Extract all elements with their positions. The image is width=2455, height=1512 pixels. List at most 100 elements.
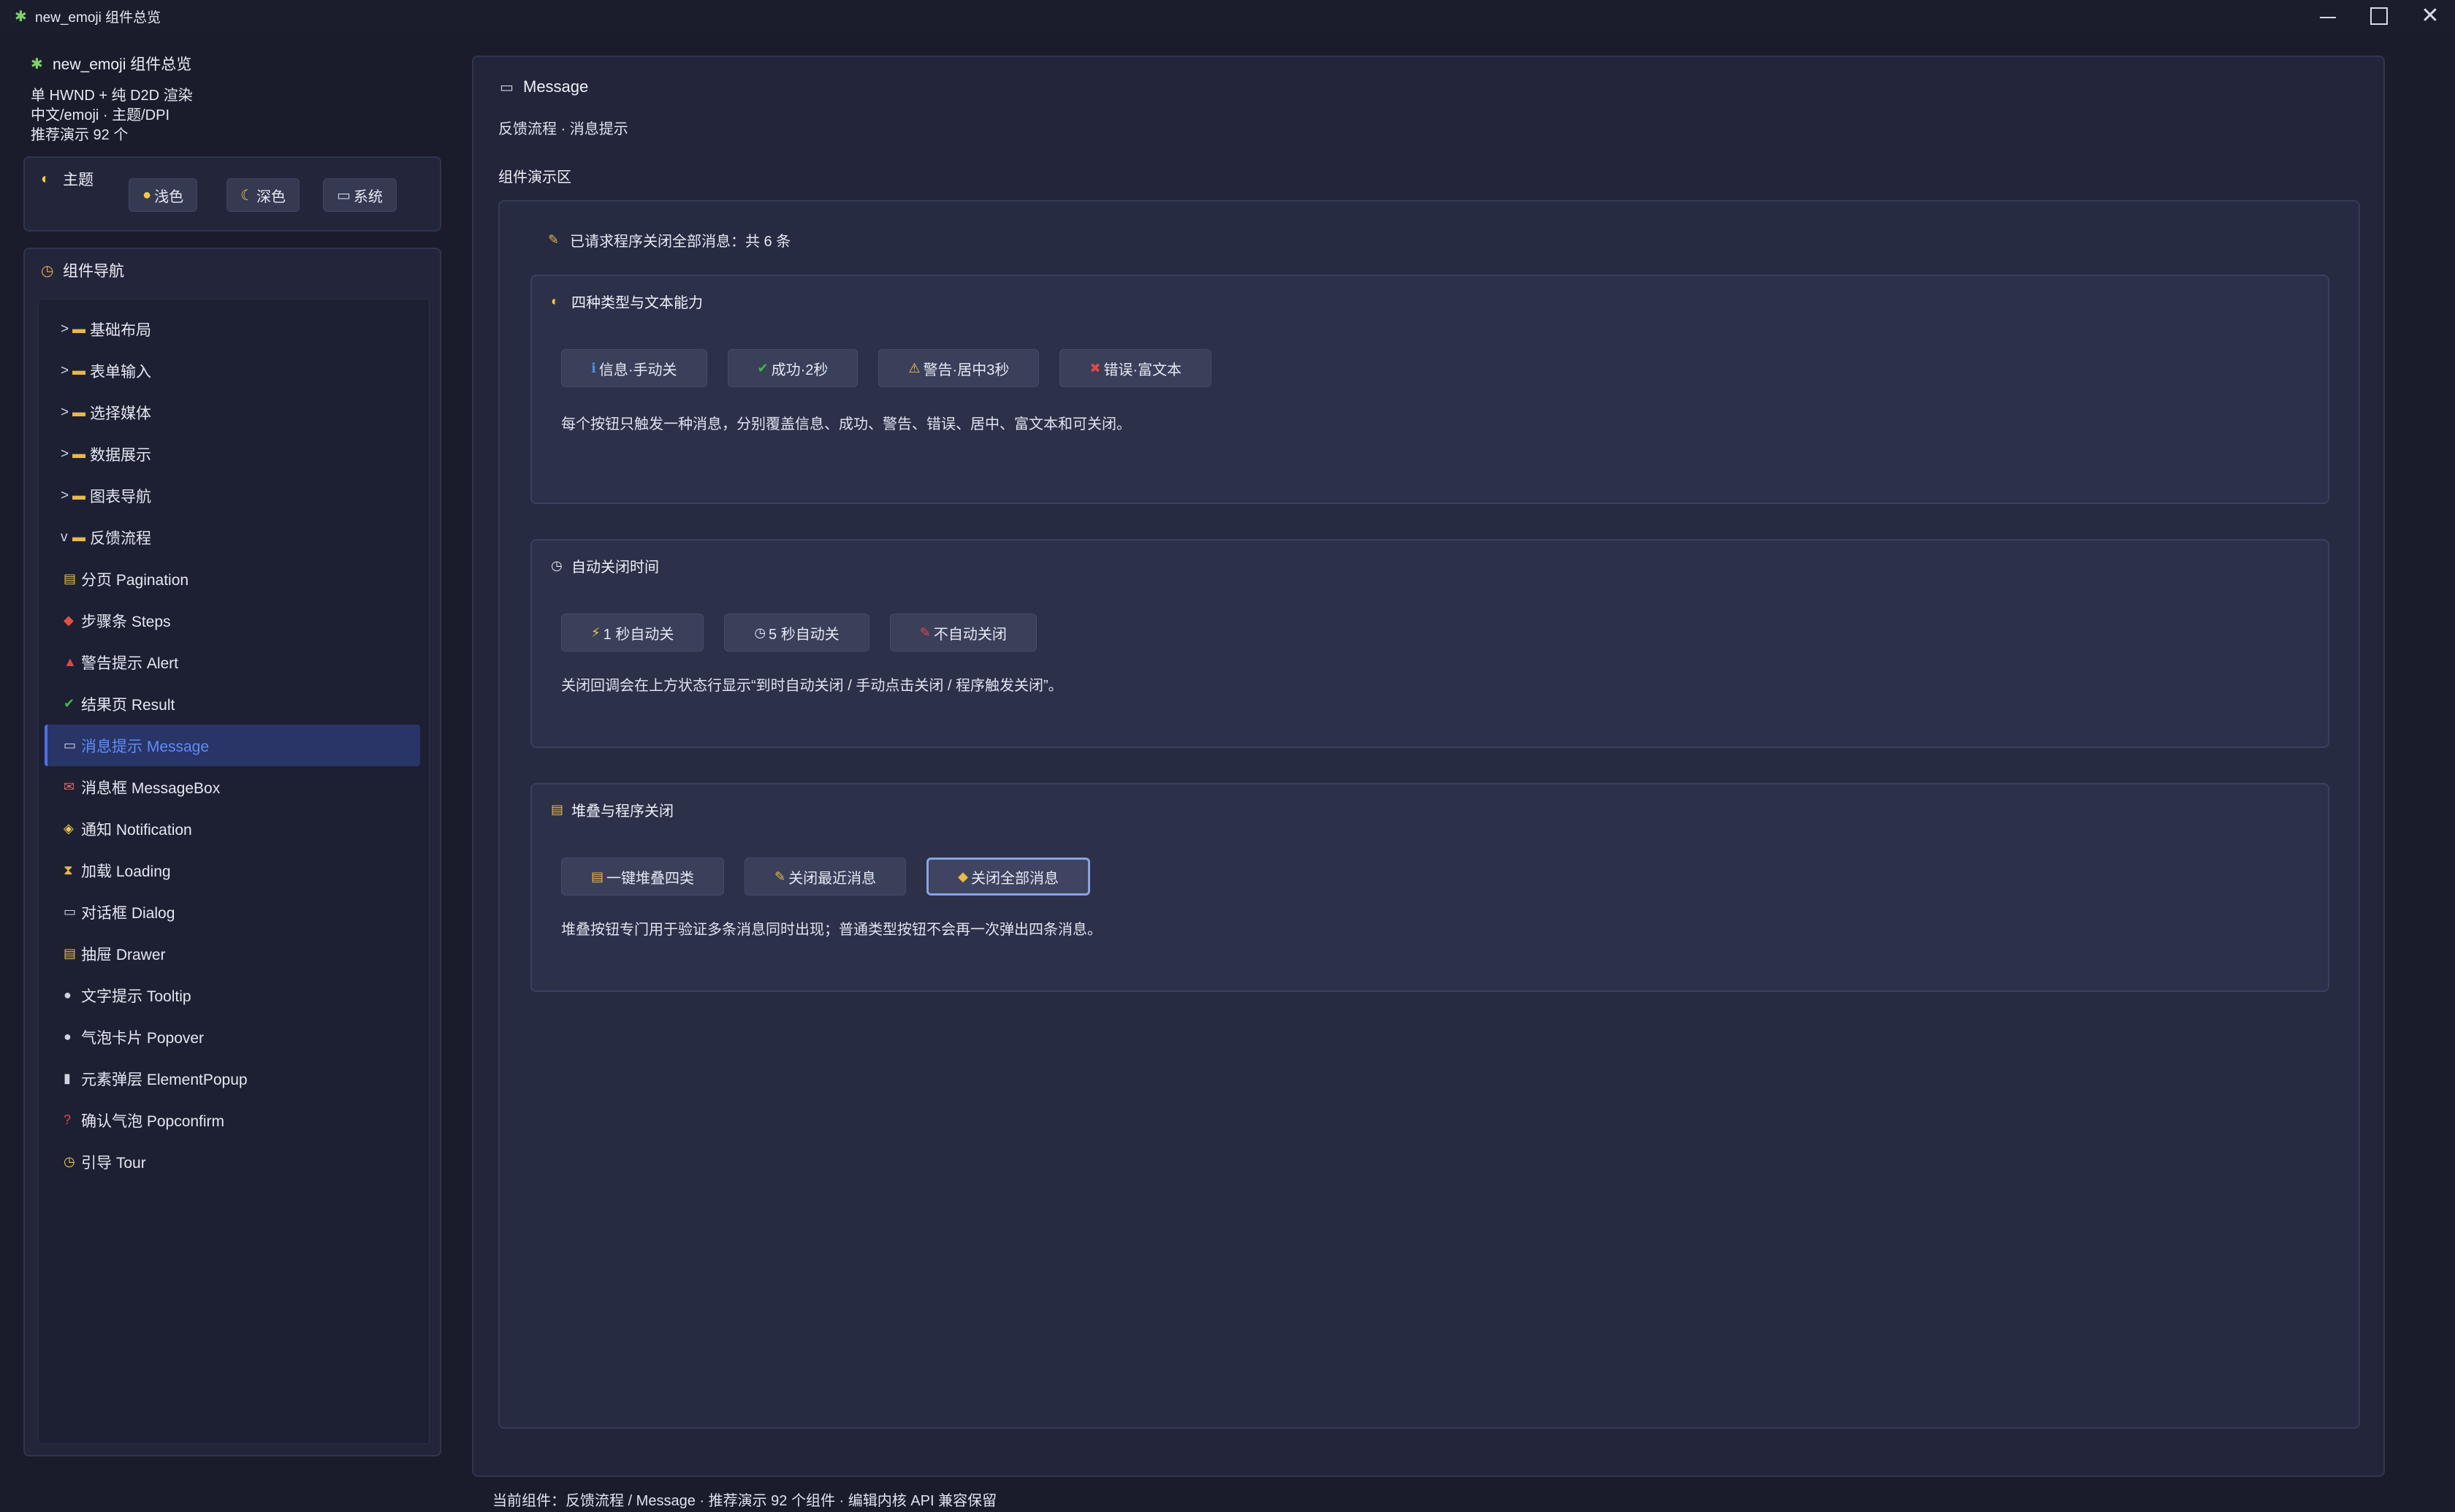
minimize-button[interactable] [2303,0,2353,32]
info-line: 中文/emoji · 主题/DPI [31,107,170,123]
nav-item-message[interactable]: ▭ 消息提示 Message [45,725,420,766]
bell-icon: ◈ [64,821,74,836]
nav-item-label: 警告提示 Alert [81,654,179,672]
auto-close-5s-button[interactable]: ◷ 5 秒自动关 [724,614,869,652]
nav-item-drawer[interactable]: ▤ 抽屉 Drawer [45,933,420,974]
nav-item-label: 步骤条 Steps [81,613,171,630]
nav-group-chart-nav[interactable]: > ▬ 图表导航 [45,475,420,516]
demo-area: ✎ 已请求程序关闭全部消息：共 6 条 ◐ 四种类型与文本能力 ℹ 信息·手动关… [498,200,2360,1429]
no-auto-close-button[interactable]: ✎ 不自动关闭 [889,614,1037,652]
theme-light-label: 浅色 [154,188,184,205]
nav-group-select-media[interactable]: > ▬ 选择媒体 [45,392,420,433]
moon-icon: ☾ [240,187,254,204]
card-description: 堆叠按钮专门用于验证多条消息同时出现；普通类型按钮不会再一次弹出四条消息。 [561,922,1102,938]
nav-item-steps[interactable]: ◆ 步骤条 Steps [45,600,420,641]
button-row: ℹ 信息·手动关 ✔ 成功·2秒 ⚠ 警告·居中3秒 ✖ 错误·富文本 [561,349,1232,387]
question-icon: ? [64,1112,72,1127]
warning-icon: ⚠ [908,360,921,375]
window-title: new_emoji 组件总览 [35,9,161,26]
maximize-button[interactable] [2354,0,2404,32]
theme-dark-label: 深色 [256,188,286,205]
theme-label-text: 主题 [63,172,94,188]
book-icon: ▤ [64,571,77,586]
stopwatch-icon: ◷ [551,558,563,573]
folder-icon: ▬ [72,446,85,461]
laptop-icon: ▭ [337,187,351,204]
card-title-text: 自动关闭时间 [571,560,659,576]
chevron-right-icon: > [61,404,69,420]
nav-item-elementpopup[interactable]: ▮ 元素弹层 ElementPopup [45,1058,420,1099]
mouse-icon: ▮ [64,1071,71,1085]
auto-close-1s-button[interactable]: ⚡ 1 秒自动关 [561,614,704,652]
close-all-button[interactable]: ◆ 关闭全部消息 [926,858,1090,896]
close-recent-button[interactable]: ✎ 关闭最近消息 [745,858,907,896]
nav-item-result[interactable]: ✔ 结果页 Result [45,683,420,725]
info-line: 推荐演示 92 个 [31,127,129,143]
close-button[interactable]: ✕ [2405,0,2455,32]
siren-icon: ▲ [64,654,77,669]
nav-group-feedback[interactable]: v ▬ 反馈流程 [45,516,420,558]
nav-item-popover[interactable]: ● 气泡卡片 Popover [45,1016,420,1058]
nav-item-tooltip[interactable]: ● 文字提示 Tooltip [45,974,420,1016]
chevron-right-icon: > [61,487,69,503]
button-label: 不自动关闭 [933,626,1007,643]
message-icon: ▭ [500,79,514,96]
nav-item-label: 文字提示 Tooltip [81,988,191,1005]
footer-status: 当前组件：反馈流程 / Message · 推荐演示 92 个组件 · 编辑内核… [492,1493,997,1509]
speech-bubble-icon: ● [64,988,72,1002]
broom-icon: ✎ [548,232,560,247]
nav-item-label: 通知 Notification [81,821,192,839]
nav-item-tour[interactable]: ◷ 引导 Tour [45,1141,420,1183]
nav-item-messagebox[interactable]: ✉ 消息框 MessageBox [45,766,420,808]
nav-item-loading[interactable]: ⧗ 加载 Loading [45,849,420,891]
close-icon: ✕ [2421,4,2440,28]
button-label: 关闭最近消息 [788,870,877,887]
nav-item-notification[interactable]: ◈ 通知 Notification [45,808,420,849]
nav-item-label: 气泡卡片 Popover [81,1029,205,1047]
theme-dark-button[interactable]: ☾ 深色 [227,178,300,212]
nav-item-label: 引导 Tour [81,1154,146,1172]
nav-group-data-display[interactable]: > ▬ 数据展示 [45,433,420,475]
nav-item-popconfirm[interactable]: ? 确认气泡 Popconfirm [45,1099,420,1141]
card-auto-close: ◷ 自动关闭时间 ⚡ 1 秒自动关 ◷ 5 秒自动关 ✎ 不自动关闭 关闭回调会… [530,539,2329,748]
chat-bubbles-icon: ● [64,1029,72,1044]
palette-icon: ◐ [41,170,50,187]
folder-icon: ▬ [72,530,85,544]
theme-system-button[interactable]: ▭ 系统 [323,178,397,212]
error-richtext-button[interactable]: ✖ 错误·富文本 [1059,349,1212,387]
success-2s-button[interactable]: ✔ 成功·2秒 [727,349,859,387]
nav-item-pagination[interactable]: ▤ 分页 Pagination [45,558,420,600]
stack-four-button[interactable]: ▤ 一键堆叠四类 [561,858,725,896]
nav-group-basic-layout[interactable]: > ▬ 基础布局 [45,308,420,350]
nav-tree[interactable]: > ▬ 基础布局 > ▬ 表单输入 > ▬ 选择媒体 > ▬ 数据展示 > ▬ … [38,299,430,1444]
theme-label: ◐ 主题 [41,168,94,190]
warning-center-button[interactable]: ⚠ 警告·居中3秒 [878,349,1040,387]
nav-group-form-input[interactable]: > ▬ 表单输入 [45,350,420,392]
minimize-icon [2320,17,2336,18]
nav-item-alert[interactable]: ▲ 警告提示 Alert [45,641,420,683]
theme-system-label: 系统 [353,188,383,205]
sidebar-header: ✱ new_emoji 组件总览 单 HWND + 纯 D2D 渲染 中文/em… [31,51,193,145]
nav-item-label: 结果页 Result [81,696,175,714]
nav-label-text: 组件导航 [63,263,124,280]
stopwatch-icon: ◷ [754,625,766,640]
theme-light-button[interactable]: ● 浅色 [129,178,198,212]
info-icon: ℹ [591,360,596,375]
envelope-icon: ✉ [64,779,75,794]
lightning-icon: ⚡ [591,625,601,640]
nav-item-label: 分页 Pagination [81,571,189,589]
nav-item-label: 消息提示 Message [81,738,210,755]
button-label: 成功·2秒 [771,362,829,378]
card-title: ▤ 堆叠与程序关闭 [551,799,674,820]
chevron-right-icon: > [61,362,69,378]
info-manual-button[interactable]: ℹ 信息·手动关 [561,349,707,387]
compass-icon: ◷ [41,262,54,279]
nav-item-dialog[interactable]: ▭ 对话框 Dialog [45,891,420,933]
card-description: 关闭回调会在上方状态行显示“到时自动关闭 / 手动点击关闭 / 程序触发关闭”。 [561,678,1063,694]
hourglass-icon: ⧗ [64,863,73,877]
broom-icon: ✎ [774,868,786,884]
app-name: ✱ new_emoji 组件总览 [31,51,193,76]
nav-item-label: 元素弹层 ElementPopup [81,1071,248,1088]
button-label: 错误·富文本 [1103,362,1182,378]
sun-icon: ● [142,186,152,203]
